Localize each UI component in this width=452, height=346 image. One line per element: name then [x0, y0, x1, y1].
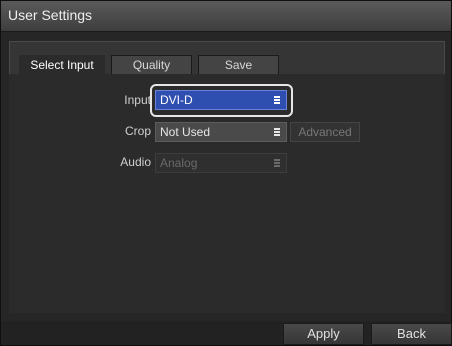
input-select-value: DVI-D: [160, 93, 193, 107]
tab-label: Select Input: [30, 58, 94, 72]
input-label: Input: [124, 93, 151, 107]
window-title: User Settings: [8, 7, 93, 23]
apply-button[interactable]: Apply: [283, 323, 364, 345]
back-button[interactable]: Back: [371, 323, 452, 345]
dropdown-icon: [274, 128, 280, 136]
audio-label: Audio: [120, 155, 151, 169]
advanced-button[interactable]: Advanced: [290, 122, 360, 142]
tab-quality[interactable]: Quality: [111, 55, 192, 74]
crop-label: Crop: [124, 124, 151, 138]
title-bar: User Settings: [1, 1, 451, 32]
audio-select[interactable]: Analog: [155, 153, 287, 173]
dropdown-icon: [274, 96, 280, 104]
tab-label: Quality: [132, 58, 171, 72]
audio-select-value: Analog: [160, 156, 198, 170]
crop-select-value: Not Used: [160, 125, 211, 139]
tab-label: Save: [224, 58, 253, 72]
input-select[interactable]: DVI-D: [155, 90, 287, 110]
tab-save[interactable]: Save: [198, 55, 279, 74]
settings-window: User Settings Select Input Quality Save …: [0, 0, 452, 346]
dropdown-icon: [274, 159, 280, 167]
tab-select-input[interactable]: Select Input: [19, 55, 105, 74]
crop-select[interactable]: Not Used: [155, 122, 287, 142]
